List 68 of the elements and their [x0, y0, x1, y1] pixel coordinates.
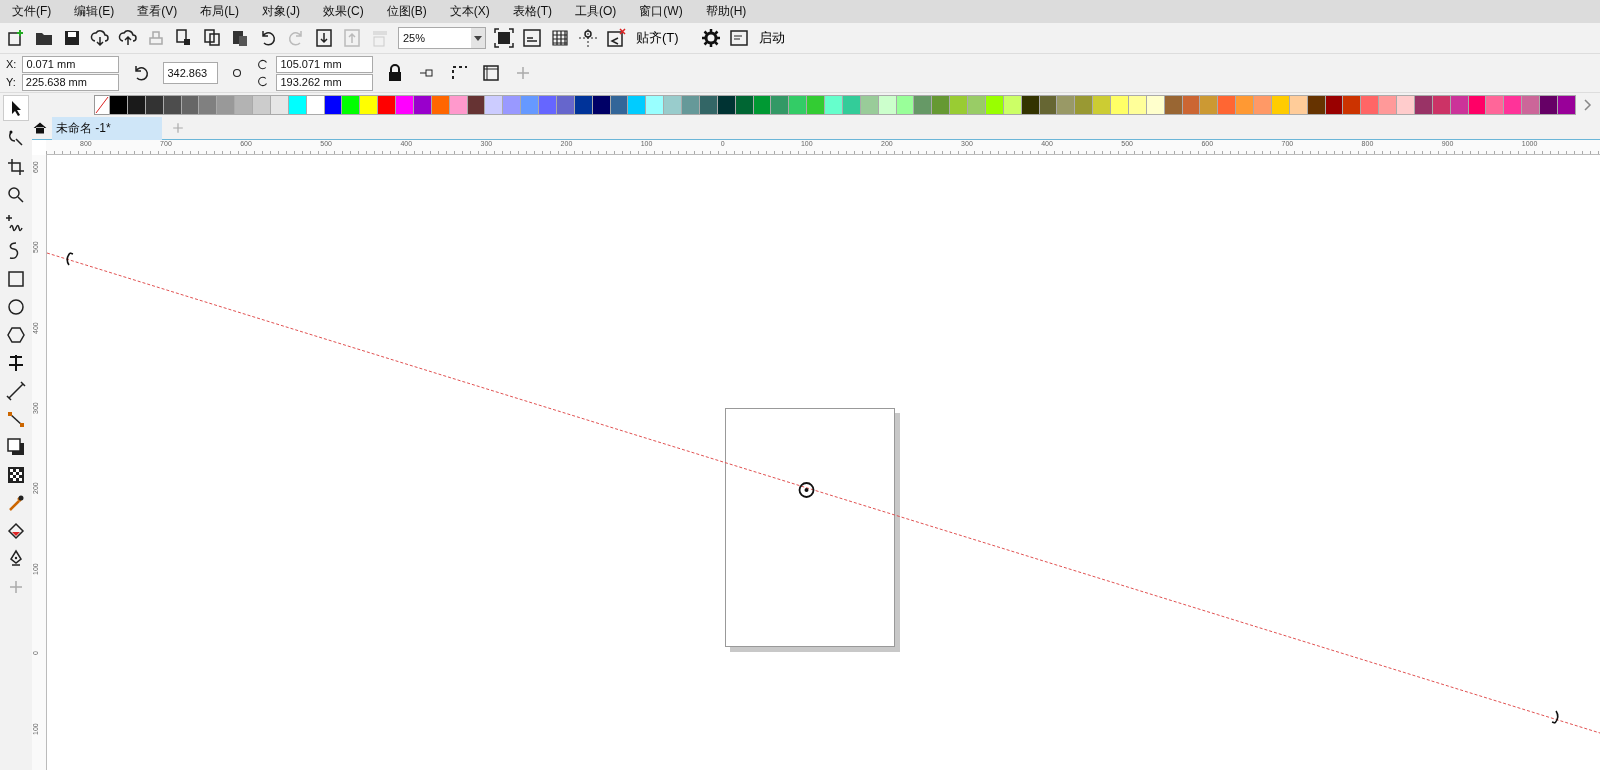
polygon-icon[interactable]: [6, 325, 26, 345]
center-y-field[interactable]: 193.262 mm: [276, 73, 374, 91]
color-swatch[interactable]: [1396, 95, 1415, 115]
frame-icon[interactable]: [481, 63, 502, 83]
cloud-download-icon[interactable]: [90, 28, 110, 48]
freehand-icon[interactable]: [6, 213, 26, 233]
ellipse-icon[interactable]: [6, 297, 26, 317]
pointer-icon[interactable]: [3, 95, 29, 121]
home-icon[interactable]: [32, 120, 48, 136]
menu-item[interactable]: 布局(L): [200, 3, 239, 20]
color-swatch[interactable]: [824, 95, 843, 115]
y-label: Y:: [6, 76, 16, 88]
no-color-swatch[interactable]: [94, 95, 110, 115]
color-swatch[interactable]: [967, 95, 986, 115]
launch-dropdown[interactable]: 启动: [756, 29, 799, 47]
rotation-angle-field[interactable]: 342.863: [163, 62, 219, 84]
menu-item[interactable]: 对象(J): [262, 3, 300, 20]
menu-item[interactable]: 帮助(H): [705, 3, 747, 20]
color-swatch[interactable]: [252, 95, 271, 115]
print-icon[interactable]: [146, 28, 166, 48]
menu-item[interactable]: 效果(C): [323, 3, 364, 20]
cloud-upload-icon[interactable]: [118, 28, 138, 48]
connector-icon[interactable]: [6, 409, 26, 429]
full-screen-icon[interactable]: [494, 28, 514, 48]
menu-item[interactable]: 窗口(W): [639, 3, 683, 20]
snap-to-dropdown[interactable]: 贴齐(T): [634, 29, 693, 47]
transparency-icon[interactable]: [6, 465, 26, 485]
color-swatch[interactable]: [395, 95, 414, 115]
center-x-field[interactable]: 105.071 mm: [276, 55, 374, 73]
import-icon[interactable]: [314, 28, 334, 48]
menu-item[interactable]: 编辑(E): [74, 3, 115, 20]
crop-icon[interactable]: [6, 157, 26, 177]
copy-icon[interactable]: [202, 28, 222, 48]
menu-item[interactable]: 位图(B): [386, 3, 427, 20]
export-icon[interactable]: [342, 28, 362, 48]
document-tab[interactable]: 未命名 -1*: [52, 116, 162, 140]
new-document-icon[interactable]: [6, 28, 26, 48]
save-icon[interactable]: [62, 28, 82, 48]
rotation-handle-icon[interactable]: [66, 252, 74, 266]
menu-item[interactable]: 查看(V): [137, 3, 178, 20]
menu-item[interactable]: 表格(T): [512, 3, 552, 20]
add-icon[interactable]: [170, 120, 186, 136]
menu-item[interactable]: 文本(X): [449, 3, 490, 20]
rectangle-icon[interactable]: [6, 269, 26, 289]
snap-off-icon[interactable]: [606, 28, 626, 48]
paste-icon[interactable]: [230, 28, 250, 48]
settings-icon[interactable]: [700, 28, 721, 48]
color-swatch[interactable]: [681, 95, 700, 115]
rulers-icon[interactable]: [522, 28, 542, 48]
color-swatch[interactable]: [1253, 95, 1272, 115]
y-position-field[interactable]: 225.638 mm: [21, 73, 119, 91]
menu-item[interactable]: 文件(F): [12, 3, 52, 20]
rotation-handle-icon[interactable]: [1551, 710, 1559, 724]
grid-icon[interactable]: [550, 28, 570, 48]
guidelines-icon[interactable]: [578, 28, 598, 48]
x-label: X:: [6, 58, 17, 70]
x-position-field[interactable]: 0.071 mm: [22, 55, 120, 73]
color-swatch[interactable]: [1110, 95, 1129, 115]
dimension-icon[interactable]: [6, 381, 26, 401]
window-icon: [728, 28, 749, 48]
menu-item[interactable]: 工具(O): [575, 3, 617, 20]
color-swatch[interactable]: [109, 95, 128, 115]
color-swatch[interactable]: [538, 95, 557, 115]
zoom-level-dropdown[interactable]: 25%: [398, 27, 486, 49]
shadow-icon[interactable]: [6, 437, 26, 457]
fill-icon[interactable]: [6, 521, 26, 541]
zoom-icon[interactable]: [6, 185, 26, 205]
color-swatch[interactable]: [1539, 95, 1558, 115]
